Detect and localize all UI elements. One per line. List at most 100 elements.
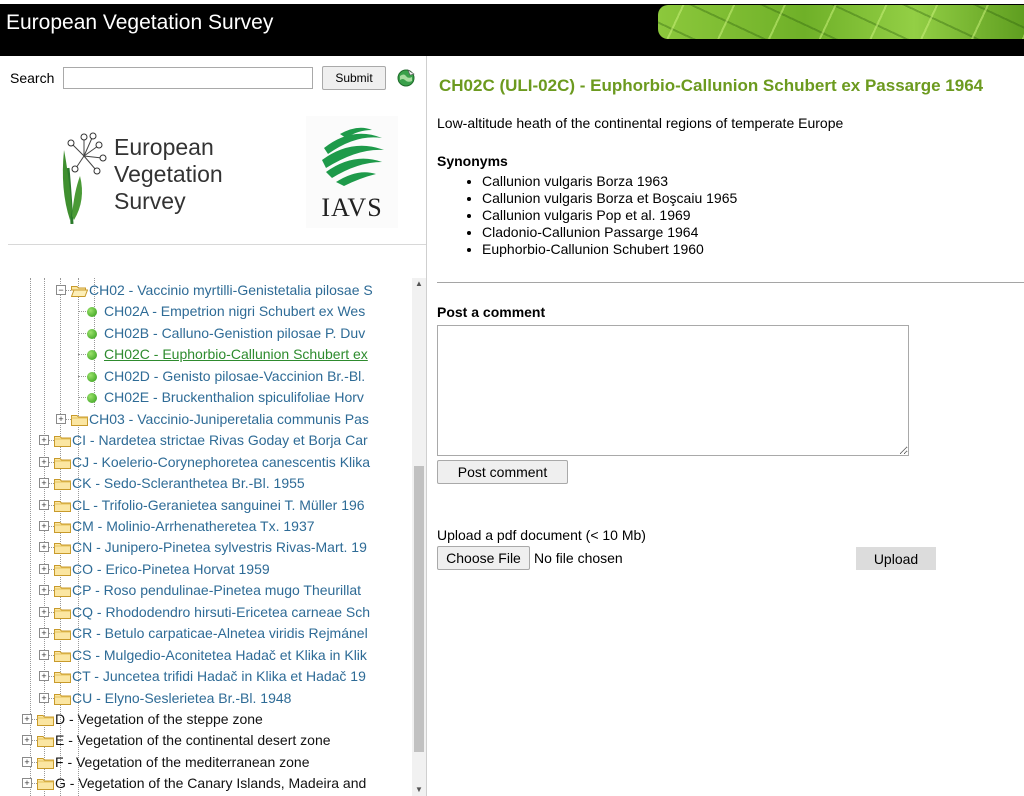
tree-node-link[interactable]: CH02 - Vaccinio myrtilli-Genistetalia pi… <box>89 282 373 298</box>
tree-folder-row: + CU - Elyno-Seslerietea Br.-Bl. 1948 <box>8 688 412 709</box>
tree-folder-row: + CP - Roso pendulinae-Pinetea mugo Theur… <box>8 580 412 601</box>
synonyms-heading: Synonyms <box>437 153 508 169</box>
section-divider <box>437 282 1024 283</box>
classification-tree: − CH02 - Vaccinio myrtilli-Genistetalia p… <box>8 278 412 796</box>
expand-icon[interactable]: + <box>39 649 49 660</box>
tree-folder-row: + CM - Molinio-Arrhenatheretea Tx. 1937 <box>8 516 412 537</box>
tree-node-link[interactable]: CJ - Koelerio-Corynephoretea canescentis… <box>72 454 370 470</box>
expand-icon[interactable]: + <box>39 585 49 596</box>
tree-folder-row: + G - Vegetation of the Canary Islands, M… <box>8 773 412 794</box>
site-header: European Vegetation Survey <box>0 0 1024 56</box>
search-input[interactable] <box>63 67 313 89</box>
collapse-icon[interactable]: − <box>56 285 66 295</box>
expand-icon[interactable]: + <box>56 413 66 424</box>
expand-icon[interactable]: + <box>39 520 49 531</box>
folder-icon <box>54 584 71 598</box>
tree-folder-row: + CN - Junipero-Pinetea sylvestris Rivas-… <box>8 537 412 558</box>
tree-node-link[interactable]: CT - Juncetea trifidi Hadač in Klika et … <box>72 668 366 684</box>
tree-node-link[interactable]: D - Vegetation of the steppe zone <box>55 711 263 727</box>
choose-file-button[interactable]: Choose File <box>437 546 530 570</box>
expand-icon[interactable]: + <box>22 735 32 746</box>
tree-node-link[interactable]: CU - Elyno-Seslerietea Br.-Bl. 1948 <box>72 690 291 706</box>
expand-icon[interactable]: + <box>39 563 49 574</box>
expand-icon[interactable]: + <box>39 692 49 703</box>
comment-textarea[interactable] <box>437 325 909 456</box>
tree-leaf-row: CH02C - Euphorbio-Callunion Schubert ex <box>8 344 412 365</box>
evs-logo-text: European Vegetation Survey <box>114 134 223 215</box>
folder-icon <box>54 692 71 705</box>
tree-folder-row: + CI - Nardetea strictae Rivas Goday et B… <box>8 430 412 451</box>
tree-node-link[interactable]: CH02E - Bruckenthalion spiculifoliae Hor… <box>104 389 364 405</box>
expand-icon[interactable]: + <box>39 456 49 467</box>
tree-node-link[interactable]: CH02B - Calluno-Genistion pilosae P. Duv <box>104 325 365 341</box>
expand-icon[interactable]: + <box>39 542 49 553</box>
submit-button[interactable]: Submit <box>322 66 386 90</box>
expand-icon[interactable]: + <box>39 628 49 639</box>
leaf-node-icon <box>87 393 97 404</box>
tree-node-link[interactable]: CH02D - Genisto pilosae-Vaccinion Br.-Bl… <box>104 368 365 384</box>
tree-node-link[interactable]: CH02A - Empetrion nigri Schubert ex Wes <box>104 303 365 319</box>
synonym-item: Callunion vulgaris Pop et al. 1969 <box>482 207 737 224</box>
tree-folder-row: + CT - Juncetea trifidi Hadač in Klika et… <box>8 666 412 687</box>
tree-node-link[interactable]: CP - Roso pendulinae-Pinetea mugo Theuri… <box>72 582 361 598</box>
post-comment-button[interactable]: Post comment <box>437 460 568 484</box>
upload-label: Upload a pdf document (< 10 Mb) <box>437 527 646 543</box>
site-title[interactable]: European Vegetation Survey <box>6 11 273 35</box>
tree-node-link[interactable]: G - Vegetation of the Canary Islands, Ma… <box>55 775 366 791</box>
folder-icon <box>37 713 54 726</box>
tree-node-link[interactable]: E - Vegetation of the continental desert… <box>55 732 331 748</box>
tree-node-link[interactable]: CI - Nardetea strictae Rivas Goday et Bo… <box>72 432 368 448</box>
tree-node-link[interactable]: F - Vegetation of the mediterranean zone <box>55 754 310 770</box>
tree-folder-row: − CH02 - Vaccinio myrtilli-Genistetalia p… <box>8 280 412 301</box>
logo-separator <box>8 244 426 245</box>
tree-node-link[interactable]: CL - Trifolio-Geranietea sanguinei T. Mü… <box>72 497 365 513</box>
tree-folder-row: + CR - Betulo carpaticae-Alnetea viridis … <box>8 623 412 644</box>
tree-node-link[interactable]: CO - Erico-Pinetea Horvat 1959 <box>72 561 270 577</box>
expand-icon[interactable]: + <box>22 778 32 789</box>
tree-node-link[interactable]: CM - Molinio-Arrhenatheretea Tx. 1937 <box>72 518 315 534</box>
expand-icon[interactable]: + <box>22 756 32 767</box>
tree-node-link[interactable]: CS - Mulgedio-Aconitetea Hadač et Klika … <box>72 647 367 663</box>
folder-icon <box>54 477 71 491</box>
syntaxon-title: CH02C (ULI-02C) - Euphorbio-Callunion Sc… <box>439 76 984 95</box>
tree-node-link[interactable]: CH02C - Euphorbio-Callunion Schubert ex <box>104 346 368 362</box>
expand-icon[interactable]: + <box>39 478 49 489</box>
tree-folder-row: + E - Vegetation of the continental deser… <box>8 730 412 751</box>
expand-icon[interactable]: + <box>39 435 49 446</box>
globe-icon[interactable] <box>396 68 416 88</box>
tree-folder-row: + CO - Erico-Pinetea Horvat 1959 <box>8 559 412 580</box>
comment-heading: Post a comment <box>437 304 546 320</box>
folder-icon <box>37 756 54 769</box>
leaf-node-icon <box>87 371 97 382</box>
folder-icon <box>54 606 71 619</box>
upload-button[interactable]: Upload <box>856 547 936 570</box>
expand-icon[interactable]: + <box>39 671 49 682</box>
expand-icon[interactable]: + <box>22 714 32 724</box>
iavs-globe-icon <box>322 127 384 186</box>
search-label: Search <box>10 70 55 86</box>
tree-leaf-row: CH02E - Bruckenthalion spiculifoliae Hor… <box>8 387 412 408</box>
tree-node-link[interactable]: CK - Sedo-Scleranthetea Br.-Bl. 1955 <box>72 475 305 491</box>
folder-icon <box>54 499 71 512</box>
dandelion-icon <box>62 132 107 224</box>
tree-node-link[interactable]: CR - Betulo carpaticae-Alnetea viridis R… <box>72 625 368 641</box>
folder-icon <box>54 670 71 684</box>
tree-node-link[interactable]: CQ - Rhododendro hirsuti-Ericetea carnea… <box>72 604 370 620</box>
tree-node-link[interactable]: CH03 - Vaccinio-Juniperetalia communis P… <box>89 411 369 427</box>
folder-icon <box>54 456 71 469</box>
tree-node-link[interactable]: CN - Junipero-Pinetea sylvestris Rivas-M… <box>72 539 367 555</box>
expand-icon[interactable]: + <box>39 499 49 510</box>
tree-folder-row: + F - Vegetation of the mediterranean zon… <box>8 752 412 773</box>
folder-icon <box>37 777 54 791</box>
leaf-node-icon <box>87 350 97 361</box>
evs-logo[interactable]: European Vegetation Survey <box>58 120 258 224</box>
evs-line-3: Survey <box>114 188 186 214</box>
expand-icon[interactable]: + <box>39 606 49 617</box>
synonym-item: Callunion vulgaris Borza 1963 <box>482 173 737 190</box>
synonym-item: Cladonio-Callunion Passarge 1964 <box>482 224 737 241</box>
synonym-item: Euphorbio-Callunion Schubert 1960 <box>482 241 737 258</box>
iavs-logo[interactable]: IAVS <box>306 116 398 228</box>
folder-icon <box>54 434 71 448</box>
leaf-node-icon <box>87 307 97 318</box>
tree-leaf-row: CH02D - Genisto pilosae-Vaccinion Br.-Bl… <box>8 366 412 387</box>
